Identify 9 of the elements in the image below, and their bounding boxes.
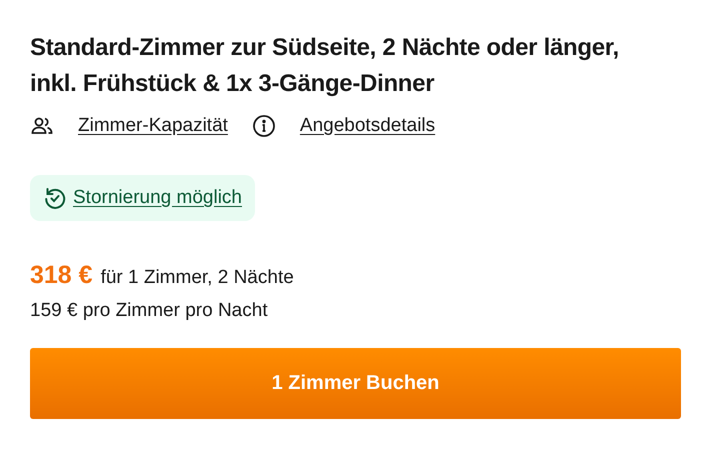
room-capacity-link[interactable]: Zimmer-Kapazität xyxy=(78,114,228,138)
cancellation-link[interactable]: Stornierung möglich xyxy=(73,187,242,209)
room-title: Standard-Zimmer zur Südseite, 2 Nächte oder länger, inkl. Frühstück & 1x 3-Gänge-Dinner xyxy=(30,33,620,99)
total-price: 318 € xyxy=(30,261,93,290)
info-icon xyxy=(252,114,276,138)
price-details: für 1 Zimmer, 2 Nächte xyxy=(100,267,294,289)
offer-details-link[interactable]: Angebotsdetails xyxy=(300,114,436,138)
refresh-check-icon xyxy=(43,186,67,210)
price-per-night: 159 € pro Zimmer pro Nacht xyxy=(30,300,269,322)
